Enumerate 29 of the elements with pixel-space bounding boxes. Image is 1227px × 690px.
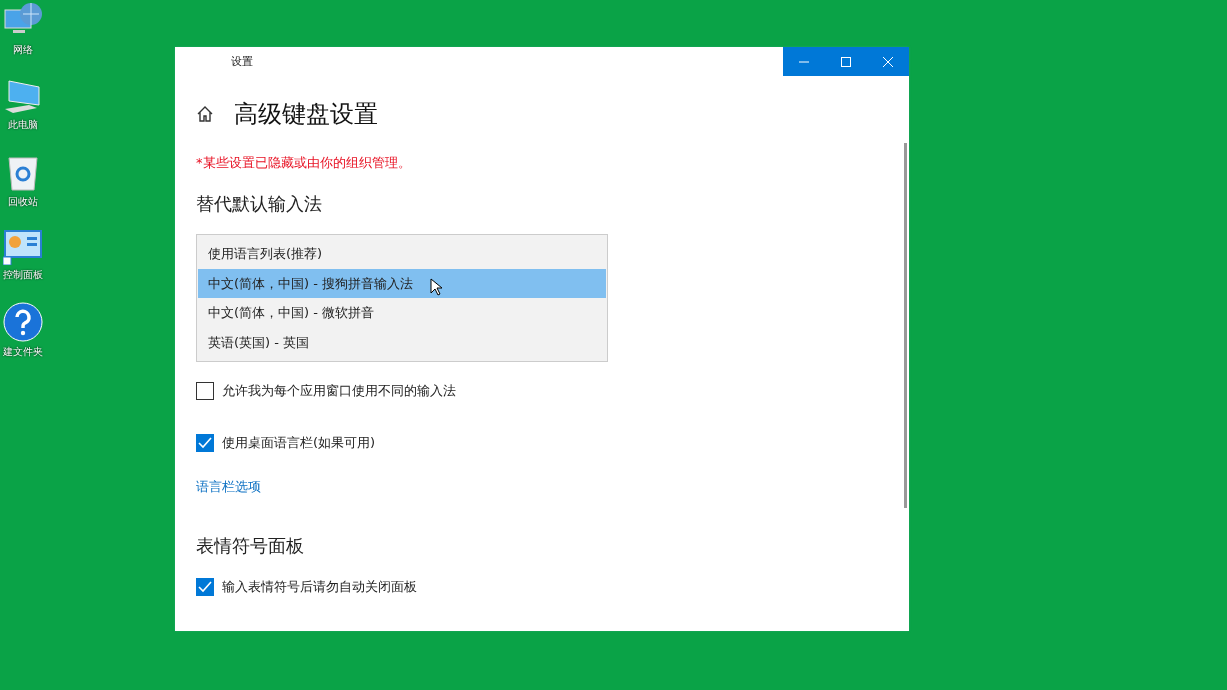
checkbox[interactable] xyxy=(196,578,214,596)
maximize-icon xyxy=(841,56,851,67)
home-icon[interactable] xyxy=(196,105,214,123)
checkbox[interactable] xyxy=(196,382,214,400)
dropdown-option[interactable]: 中文(简体，中国) - 微软拼音 xyxy=(198,298,606,328)
language-bar-options-link[interactable]: 语言栏选项 xyxy=(196,478,261,496)
dropdown-option[interactable]: 使用语言列表(推荐) xyxy=(198,239,606,269)
control-panel-icon[interactable] xyxy=(3,229,43,265)
computer-icon[interactable] xyxy=(3,77,43,115)
checkbox[interactable] xyxy=(196,434,214,452)
help-icon[interactable] xyxy=(3,302,43,342)
desktop-icon-label[interactable]: 控制面板 xyxy=(3,268,43,282)
dropdown-option[interactable]: 中文(简体，中国) - 搜狗拼音输入法 xyxy=(198,268,606,298)
dropdown-option[interactable]: 英语(英国) - 英国 xyxy=(198,327,606,357)
window-title: 设置 xyxy=(231,54,253,69)
section-heading: 替代默认输入法 xyxy=(196,192,323,216)
checkbox-label: 输入表情符号后请勿自动关闭面板 xyxy=(222,578,417,596)
scrollbar[interactable] xyxy=(904,143,907,508)
checkbox-label: 允许我为每个应用窗口使用不同的输入法 xyxy=(222,382,456,400)
desktop-icon-label[interactable]: 网络 xyxy=(13,43,33,57)
policy-notice: *某些设置已隐藏或由你的组织管理。 xyxy=(196,154,412,172)
checkbox-label: 使用桌面语言栏(如果可用) xyxy=(222,434,376,452)
close-icon xyxy=(883,56,893,67)
page-title: 高级键盘设置 xyxy=(234,99,378,130)
desktop-icon-label[interactable]: 建文件夹 xyxy=(3,345,43,359)
desktop-icon-label[interactable]: 回收站 xyxy=(8,195,38,209)
mouse-cursor-icon xyxy=(430,278,442,296)
desktop-icon-label[interactable]: 此电脑 xyxy=(8,118,38,132)
section-heading: 表情符号面板 xyxy=(196,534,305,558)
